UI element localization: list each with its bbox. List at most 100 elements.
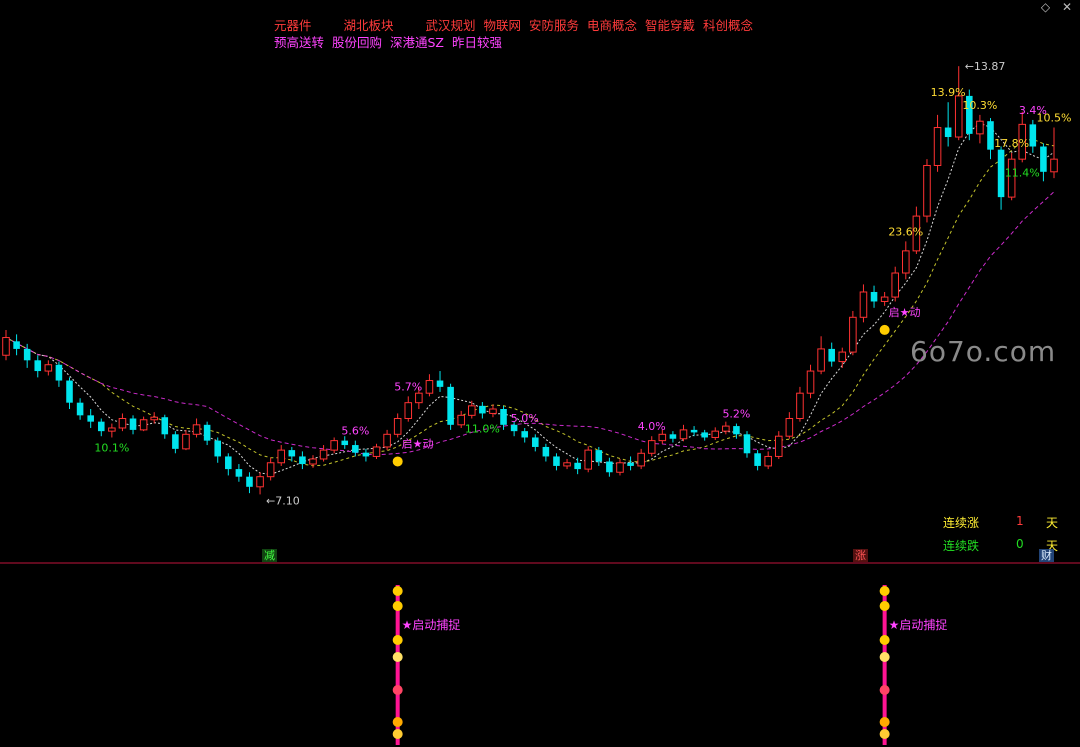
percent-label: 5.2% [722, 408, 750, 421]
candle-body [828, 348, 835, 362]
candle-body [404, 402, 413, 419]
concept-tag[interactable]: 股份回购 [332, 35, 382, 50]
candle-body [933, 127, 942, 166]
candle-body [500, 409, 507, 425]
candle-body [743, 434, 751, 454]
butterfly-icon [879, 635, 890, 645]
money-bag-icon [392, 652, 403, 662]
candle-body [55, 364, 63, 381]
concept-tag[interactable]: 智能穿戴 [645, 18, 695, 33]
candle-body [647, 440, 656, 454]
concept-tag[interactable]: 电商概念 [587, 18, 637, 33]
candle-body [733, 426, 740, 435]
coin-icon [392, 729, 403, 739]
candle-body [309, 458, 317, 465]
candle-body [139, 419, 148, 431]
candle-body [954, 95, 963, 138]
candle-body [266, 462, 275, 478]
percent-label: 5.7% [394, 380, 422, 393]
candle-body [722, 425, 730, 432]
concept-tag[interactable]: 元器件 [274, 18, 312, 33]
candle-body [44, 364, 53, 372]
concept-tag[interactable]: 武汉规划 [426, 18, 476, 33]
candle-body [923, 164, 931, 217]
candle-body [182, 433, 190, 450]
candle-body [838, 351, 847, 363]
candle-body [161, 417, 169, 435]
candle-body [225, 456, 232, 470]
candle-body [150, 416, 158, 421]
candle-body [87, 415, 94, 422]
candle-body [627, 462, 634, 466]
candle-body [352, 445, 359, 453]
candle-body [785, 417, 794, 437]
butterfly-icon [879, 324, 890, 335]
concept-tag[interactable]: 深港通SZ [390, 35, 444, 50]
close-icon[interactable]: ✕ [1062, 0, 1072, 14]
candle-body [383, 433, 391, 448]
gold-ingot-icon [879, 717, 890, 727]
rise-badge[interactable]: 涨 [853, 549, 868, 562]
concept-tag[interactable]: 安防服务 [529, 18, 579, 33]
consecutive-up-unit: 天 [1046, 516, 1059, 530]
start-signal-label: 启★动 [889, 306, 921, 319]
candle-body [754, 453, 761, 466]
candle-body [584, 449, 593, 470]
percent-label: 5.6% [341, 425, 369, 438]
low-price-marker: ←7.10 [266, 494, 300, 507]
candle-body [521, 431, 528, 438]
capture-signal-label: ★启动捕捉 [889, 617, 948, 632]
candle-body [393, 417, 402, 435]
candle-body [23, 348, 31, 361]
candle-body [542, 446, 550, 457]
reduce-badge[interactable]: 减 [262, 549, 277, 562]
candle-body [880, 296, 889, 302]
concept-tag[interactable]: 物联网 [484, 18, 522, 33]
candle-body [944, 127, 952, 138]
candle-body [553, 456, 560, 466]
butterfly-icon [879, 601, 890, 611]
gem-icon [392, 685, 403, 695]
percent-label: 11.0% [465, 422, 500, 435]
concept-tag[interactable]: 科创概念 [703, 18, 753, 33]
percent-label: 23.6% [888, 225, 923, 238]
candle-body [849, 316, 857, 353]
percent-label: 5.0% [511, 412, 539, 425]
percent-label: 4.0% [638, 420, 666, 433]
candle-body [457, 414, 465, 426]
concept-tag[interactable]: 预高送转 [274, 35, 324, 50]
candle-body [658, 433, 667, 442]
candle-body [277, 449, 286, 464]
concept-tag[interactable]: 湖北板块 [344, 18, 394, 33]
finance-badge[interactable]: 财 [1039, 549, 1054, 562]
candle-body [976, 120, 984, 135]
candle-body [256, 476, 264, 488]
diamond-icon[interactable]: ◇ [1041, 0, 1050, 14]
candle-body [66, 380, 73, 403]
candlestick-chart: 10.1% 5.6% 5.7% 11.0% 5.0% 4.0% 5.2% 23.6% 13.9%… [0, 60, 1080, 745]
candle-body [447, 386, 454, 425]
candle-body [203, 424, 211, 441]
candle-body [76, 402, 84, 416]
candle-body [415, 392, 423, 404]
candle-body [510, 424, 518, 432]
watermark: 6o7o.com [910, 335, 1057, 368]
high-price-marker: ←13.87 [965, 60, 1006, 73]
percent-label: 11.4% [1005, 166, 1040, 179]
candle-body [690, 429, 698, 433]
candle-body [192, 424, 201, 435]
candle-body [701, 432, 708, 438]
candle-body [246, 476, 253, 487]
candle-body [362, 452, 370, 457]
candle-body [987, 121, 994, 150]
consecutive-up-value: 1 [1016, 514, 1024, 528]
concept-tag[interactable]: 昨日较强 [452, 35, 502, 50]
concept-tags: 元器件 湖北板块 武汉规划 物联网 安防服务 电商概念 智能穿戴 科创概念 预高… [274, 17, 757, 51]
percent-label: 10.5% [1037, 112, 1072, 125]
candle-body [1029, 124, 1037, 147]
candle-body [372, 446, 381, 457]
money-bag-icon [879, 652, 890, 662]
candle-body [764, 455, 772, 467]
candle-body [711, 430, 720, 438]
candle-body [2, 337, 10, 356]
